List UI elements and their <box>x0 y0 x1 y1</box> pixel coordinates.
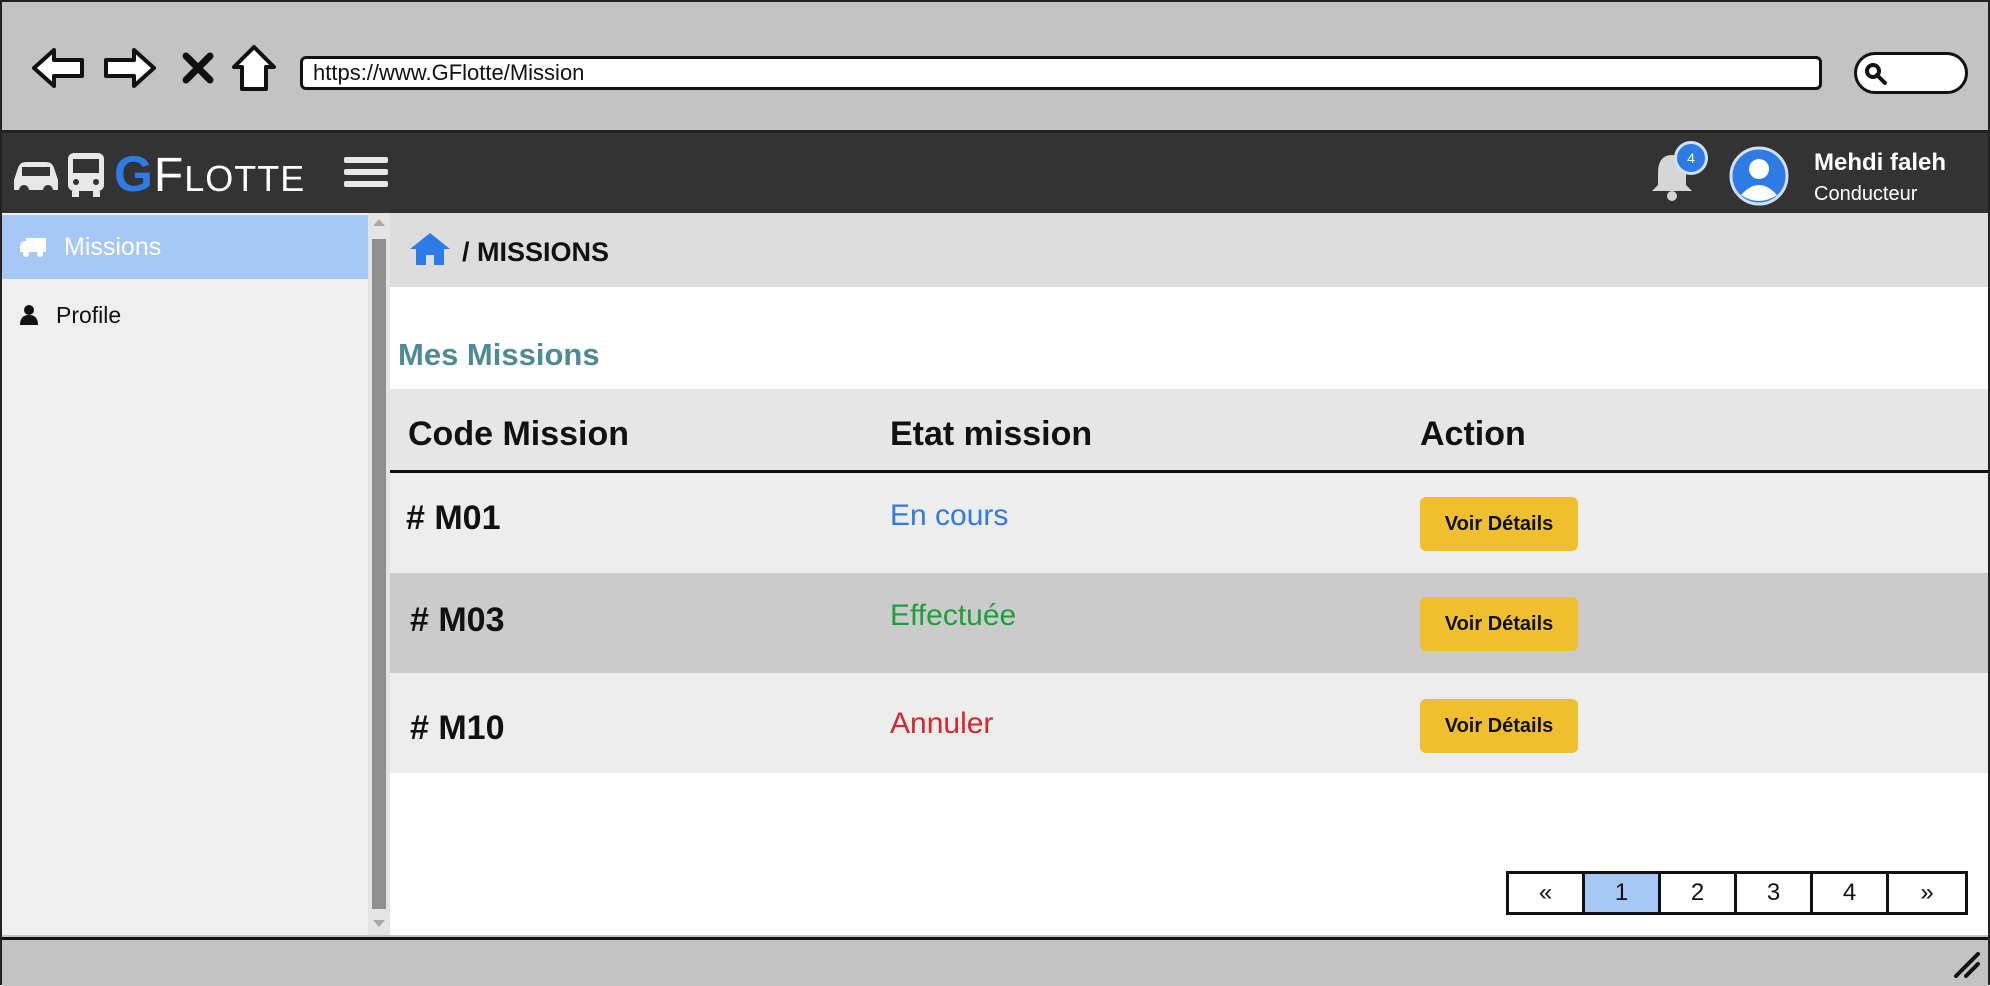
mission-code: # M10 <box>410 709 505 747</box>
home-icon[interactable] <box>224 38 284 98</box>
scroll-down-icon[interactable] <box>372 919 386 929</box>
table-row: # M01 En cours Voir Détails <box>390 473 1988 573</box>
scroll-thumb[interactable] <box>372 239 386 909</box>
mission-state: Effectuée <box>890 599 1017 632</box>
main-content: / MISSIONS Mes Missions Code Mission Eta… <box>390 213 1988 935</box>
sidebar-item-label: Profile <box>56 301 122 328</box>
mission-state: En cours <box>890 499 1009 532</box>
sidebar: Missions Profile <box>2 213 368 935</box>
scrollbar[interactable] <box>368 213 390 935</box>
sidebar-item-profile[interactable]: Profile <box>2 283 368 347</box>
brand-name: GFLOTTE <box>114 146 306 202</box>
browser-window: https://www.GFlotte/Mission GFLOTTE 4 Me… <box>0 0 1990 986</box>
breadcrumb-current: / MISSIONS <box>462 237 610 267</box>
status-bar <box>2 937 1988 986</box>
logo-vehicles <box>10 149 108 199</box>
home-icon[interactable] <box>408 231 452 267</box>
browser-chrome: https://www.GFlotte/Mission <box>2 2 1988 133</box>
menu-icon[interactable] <box>344 157 388 193</box>
app-header: GFLOTTE 4 Mehdi faleh Conducteur <box>2 133 1988 213</box>
pagination-page-1[interactable]: 1 <box>1585 874 1661 912</box>
breadcrumb: / MISSIONS <box>390 213 1988 287</box>
view-details-button[interactable]: Voir Détails <box>1420 597 1578 651</box>
bus-icon <box>68 153 104 197</box>
user-name: Mehdi faleh <box>1814 149 1947 176</box>
column-header: Action <box>1420 415 1526 453</box>
notification-badge: 4 <box>1674 141 1708 175</box>
sidebar-item-missions[interactable]: Missions <box>2 215 368 279</box>
pagination-page-3[interactable]: 3 <box>1737 874 1813 912</box>
avatar-icon[interactable] <box>1728 145 1790 207</box>
browser-search[interactable] <box>1854 52 1968 94</box>
pagination-page-2[interactable]: 2 <box>1661 874 1737 912</box>
column-header: Etat mission <box>890 415 1093 453</box>
view-details-button[interactable]: Voir Détails <box>1420 699 1578 753</box>
search-icon <box>1865 63 1887 85</box>
mission-state: Annuler <box>890 707 994 740</box>
mission-code: # M03 <box>410 601 505 639</box>
pagination: « 1 2 3 4 » <box>1506 871 1968 915</box>
forward-arrow-icon[interactable] <box>100 38 160 98</box>
mission-code: # M01 <box>406 499 501 537</box>
truck-icon <box>20 238 46 257</box>
resize-handle-icon[interactable] <box>1950 950 1980 978</box>
table-row: # M03 Effectuée Voir Détails <box>390 573 1988 673</box>
column-header: Code Mission <box>408 415 630 453</box>
table-header: Code Mission Etat mission Action <box>390 389 1988 473</box>
car-icon <box>14 162 58 195</box>
pagination-page-4[interactable]: 4 <box>1813 874 1889 912</box>
view-details-button[interactable]: Voir Détails <box>1420 497 1578 551</box>
page-title: Mes Missions <box>398 337 600 372</box>
user-role: Conducteur <box>1814 183 1918 205</box>
close-icon[interactable] <box>168 38 228 98</box>
user-icon <box>20 305 38 325</box>
pagination-prev[interactable]: « <box>1509 874 1585 912</box>
sidebar-item-label: Missions <box>64 232 162 261</box>
table-row: # M10 Annuler Voir Détails <box>390 673 1988 773</box>
pagination-next[interactable]: » <box>1889 874 1965 912</box>
address-bar[interactable]: https://www.GFlotte/Mission <box>300 56 1822 90</box>
scroll-up-icon[interactable] <box>372 217 386 227</box>
back-arrow-icon[interactable] <box>28 38 88 98</box>
